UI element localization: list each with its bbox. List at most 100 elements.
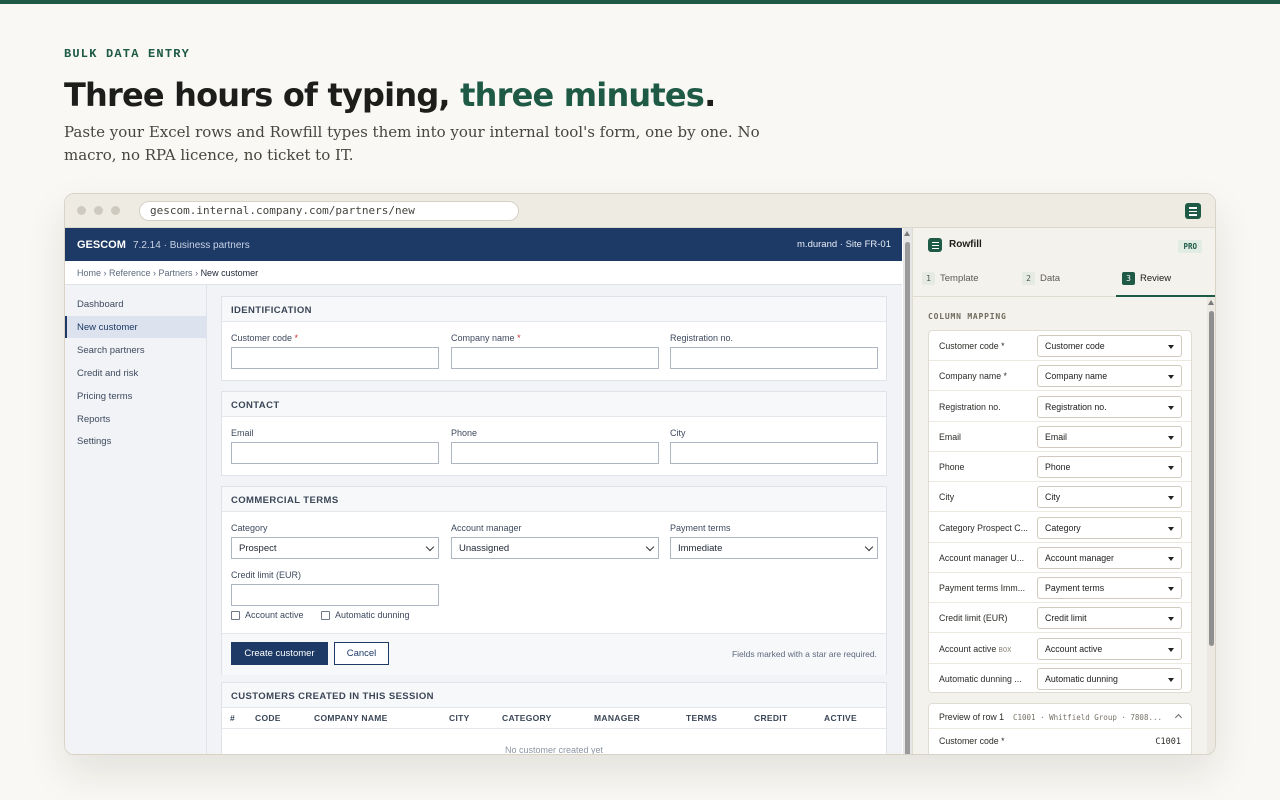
mapping-field-label: Company name * [939, 371, 1007, 382]
mapping-column-select[interactable]: Company name [1037, 365, 1182, 388]
customer-code-input[interactable] [231, 347, 439, 369]
mapping-row: City City [929, 482, 1191, 513]
tab-template[interactable]: 1 Template [922, 272, 979, 285]
rowfill-extension-icon[interactable] [1185, 203, 1201, 219]
breadcrumb-home[interactable]: Home [77, 268, 101, 278]
scrollbar-thumb[interactable] [1209, 311, 1214, 646]
breadcrumb-partners[interactable]: Partners [159, 268, 193, 278]
sidebar-item-new-customer[interactable]: New customer [65, 316, 207, 338]
email-input[interactable] [231, 442, 439, 464]
mapping-column-select[interactable]: Registration no. [1037, 395, 1182, 418]
scroll-up-icon[interactable] [1208, 300, 1214, 305]
app-brand: GESCOM [77, 239, 126, 251]
panel-title: Rowfill [949, 239, 982, 250]
mapping-column-select[interactable]: City [1037, 486, 1182, 509]
mapping-column-select[interactable]: Category [1037, 516, 1182, 539]
headline-main: Three hours of typing, [64, 76, 461, 114]
mapping-column-select[interactable]: Phone [1037, 456, 1182, 478]
rowfill-panel: Rowfill PRO 1 Template 2 Data 3 Review COLU… [912, 228, 1215, 754]
mapping-column-select[interactable]: Account manager [1037, 546, 1182, 569]
form-area: IDENTIFICATION Customer code * Company n… [207, 285, 897, 755]
account-manager-select[interactable]: Unassigned [451, 537, 659, 559]
preview-title: Preview of row 1 [939, 712, 1005, 722]
mapping-column-select[interactable]: Account active [1037, 637, 1182, 660]
preview-divider [929, 728, 1191, 729]
sidebar-item-dashboard[interactable]: Dashboard [65, 293, 207, 315]
mapping-field-label: Registration no. [939, 401, 1001, 412]
breadcrumb-reference[interactable]: Reference [109, 268, 151, 278]
preview-field-value: C1001 [1155, 737, 1181, 747]
scroll-up-icon[interactable] [904, 231, 910, 236]
sidebar-item-search-partners[interactable]: Search partners [65, 339, 207, 361]
session-customers-section: CUSTOMERS CREATED IN THIS SESSION # CODE… [221, 682, 887, 755]
mapping-field-label: Customer code * [939, 341, 1005, 351]
sidebar-item-reports[interactable]: Reports [65, 408, 207, 430]
payment-terms-label: Payment terms [670, 523, 731, 533]
registration-input[interactable] [670, 347, 878, 369]
mapping-row: Account manager U... Account manager [929, 543, 1191, 573]
mapping-column-select[interactable]: Automatic dunning [1037, 667, 1182, 690]
caret-down-icon [1168, 587, 1174, 591]
mapping-column-select[interactable]: Credit limit [1037, 607, 1182, 630]
category-label: Category [231, 523, 268, 533]
mapping-field-label: Account manager U... [939, 552, 1025, 563]
required-note: Fields marked with a star are required. [731, 649, 877, 659]
payment-terms-select[interactable]: Immediate [670, 537, 878, 559]
user-info[interactable]: m.durand · Site FR-01 [797, 239, 891, 250]
tab-review[interactable]: 3 Review [1122, 272, 1171, 285]
preview-field-label: Customer code * [939, 736, 1005, 746]
window-maximize-dot[interactable] [111, 206, 120, 215]
browser-chrome: gescom.internal.company.com/partners/new [65, 194, 1215, 228]
mapping-field-label: Payment terms Imm... [939, 583, 1026, 593]
automatic-dunning-checkbox[interactable] [321, 611, 330, 620]
empty-state: No customer created yet [504, 745, 604, 755]
credit-limit-input[interactable] [231, 584, 439, 606]
phone-input[interactable] [451, 442, 659, 464]
scrollbar-thumb[interactable] [905, 242, 910, 754]
mapping-row: Company name * Company name [929, 361, 1191, 392]
top-accent-bar [0, 0, 1280, 4]
account-active-checkbox[interactable] [231, 611, 240, 620]
category-select[interactable]: Prospect [231, 537, 439, 559]
city-input[interactable] [670, 442, 878, 464]
sidebar-item-pricing-terms[interactable]: Pricing terms [65, 385, 207, 407]
section-title: CUSTOMERS CREATED IN THIS SESSION [222, 683, 886, 708]
app-scrollbar[interactable] [903, 228, 912, 754]
sidebar-item-settings[interactable]: Settings [65, 430, 207, 452]
column-header: CATEGORY [502, 713, 552, 723]
headline-accent: three minutes [460, 76, 705, 114]
browser-window: gescom.internal.company.com/partners/new… [64, 193, 1216, 755]
column-header: CODE [255, 713, 281, 723]
caret-down-icon [1168, 375, 1174, 380]
row-preview[interactable]: Preview of row 1 C1001 · Whitfield Group… [928, 703, 1192, 754]
address-bar[interactable]: gescom.internal.company.com/partners/new [139, 201, 519, 221]
mapping-field-label: Automatic dunning ... [939, 673, 1022, 684]
table-divider [222, 728, 886, 729]
create-customer-button[interactable]: Create customer [231, 642, 328, 665]
window-close-dot[interactable] [77, 206, 86, 215]
phone-label: Phone [451, 428, 478, 438]
credit-limit-label: Credit limit (EUR) [231, 570, 302, 580]
mapping-row: Account active BOX Account active [929, 634, 1191, 664]
cancel-button[interactable]: Cancel [334, 642, 389, 665]
panel-scrollbar[interactable] [1207, 297, 1215, 754]
breadcrumb: Home › Reference › Partners › New custom… [65, 261, 902, 285]
section-title: IDENTIFICATION [222, 297, 886, 322]
panel-header: Rowfill PRO [913, 228, 1215, 262]
caret-down-icon [1168, 526, 1174, 531]
window-minimize-dot[interactable] [94, 206, 103, 215]
app-header: GESCOM 7.2.14 · Business partners m.dura… [65, 228, 902, 261]
mapping-column-select[interactable]: Email [1037, 425, 1182, 448]
column-header: # [230, 713, 236, 723]
mapping-column-select[interactable]: Customer code [1037, 335, 1182, 357]
preview-summary: C1001 · Whitfield Group · 7808... [1013, 713, 1163, 722]
chevron-up-icon[interactable] [1174, 713, 1183, 722]
column-header: MANAGER [594, 713, 641, 723]
email-label: Email [231, 428, 254, 438]
caret-down-icon [1168, 466, 1174, 470]
company-name-input[interactable] [451, 347, 659, 369]
sidebar-item-credit-risk[interactable]: Credit and risk [65, 362, 207, 384]
mapping-column-select[interactable]: Payment terms [1037, 577, 1182, 599]
tab-data[interactable]: 2 Data [1022, 272, 1060, 285]
mapping-field-label: Account active BOX [939, 643, 1012, 654]
